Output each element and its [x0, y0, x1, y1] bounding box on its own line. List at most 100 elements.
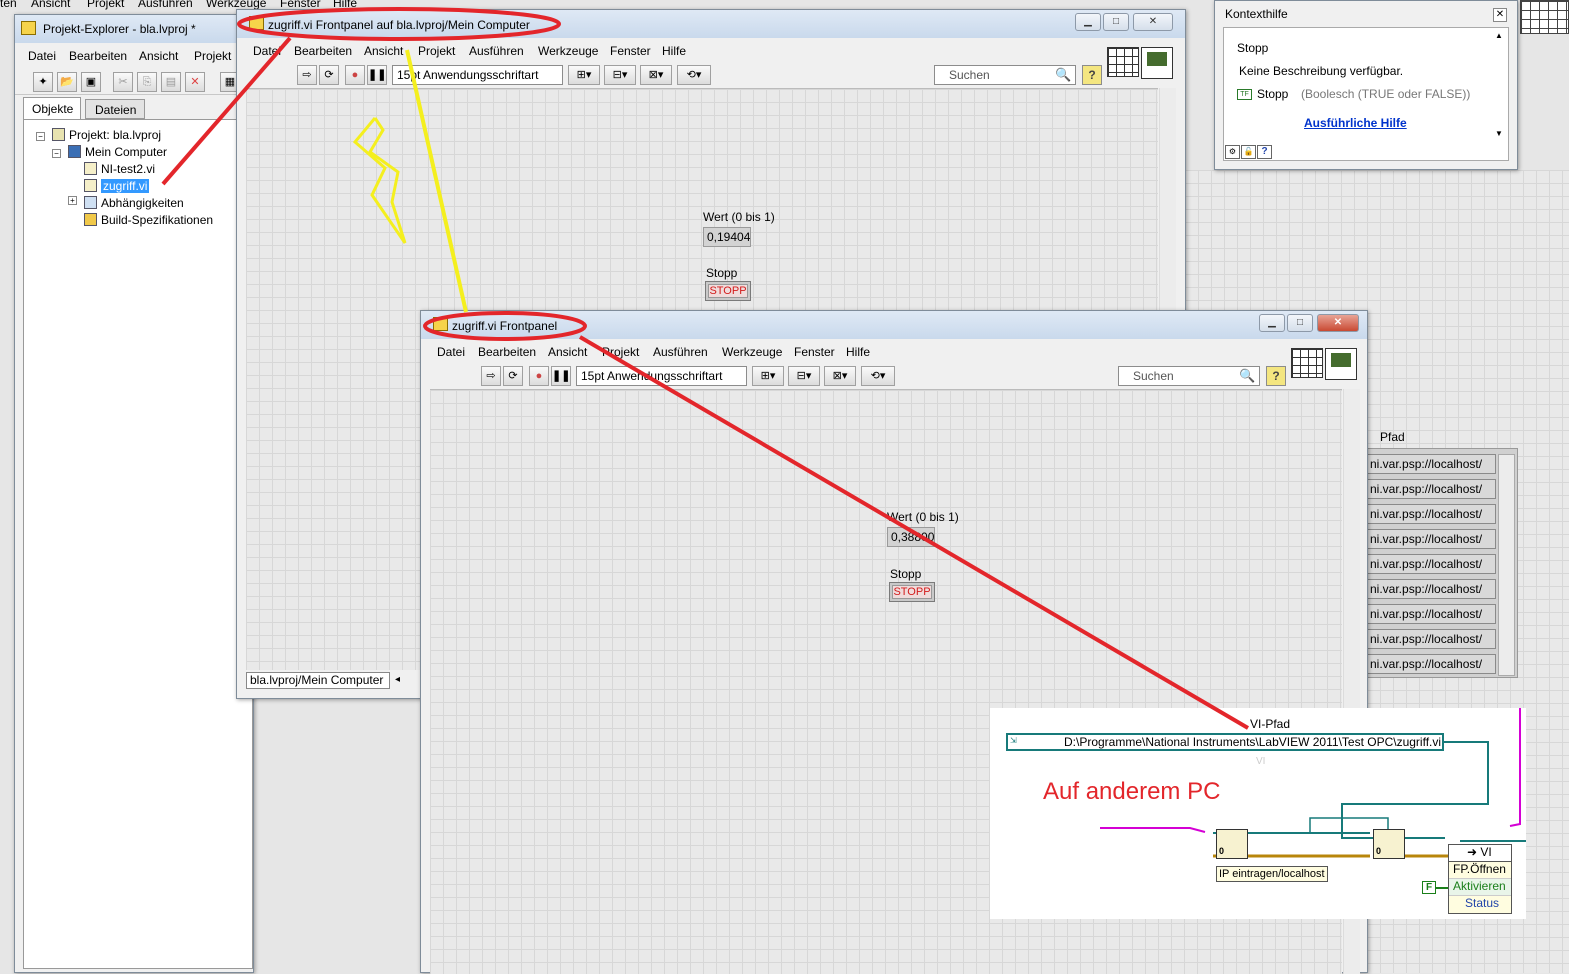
context-help-icon[interactable]: ? [1082, 65, 1102, 85]
distribute-icon[interactable]: ⊟▾ [788, 366, 820, 386]
tree-item-mein-computer[interactable]: Mein Computer [68, 145, 167, 159]
abort-icon[interactable]: ● [529, 366, 549, 386]
distribute-icon[interactable]: ⊟▾ [604, 65, 636, 85]
tab-objekte[interactable]: Objekte [23, 97, 81, 119]
lock-icon[interactable]: ⚙ [1225, 145, 1240, 159]
menu-hilfe[interactable]: Hilfe [846, 345, 870, 359]
scroll-left-arrow-icon[interactable]: ◂ [395, 674, 400, 685]
vi-icon[interactable] [1325, 348, 1357, 380]
menu-bearbeiten[interactable]: Bearbeiten [478, 345, 536, 359]
scroll-up-arrow-icon[interactable]: ▲ [1495, 31, 1503, 40]
font-select[interactable]: 15pt Anwendungsschriftart [576, 366, 747, 386]
menu-ansicht[interactable]: Ansicht [364, 44, 403, 58]
tab-dateien[interactable]: Dateien [85, 99, 145, 119]
close-button[interactable]: ✕ [1317, 314, 1359, 332]
property-aktivieren[interactable]: Aktivieren [1449, 879, 1511, 896]
menu-ansicht[interactable]: Ansicht [139, 49, 178, 63]
paste-icon[interactable]: ▤ [161, 72, 181, 92]
delete-icon[interactable]: ✕ [185, 72, 205, 92]
align-icon[interactable]: ⊞▾ [568, 65, 600, 85]
run-continuously-icon[interactable]: ⟳ [503, 366, 523, 386]
tree-expander-icon[interactable]: − [36, 132, 45, 141]
menu-projekt[interactable]: Projekt [602, 345, 639, 359]
menu-bearbeiten[interactable]: Bearbeiten [294, 44, 352, 58]
menu-hilfe[interactable]: Hilfe [662, 44, 686, 58]
minimize-button[interactable]: ▁ [1075, 13, 1101, 31]
pause-icon[interactable]: ❚❚ [551, 366, 571, 386]
menu-fenster[interactable]: Fenster [610, 44, 651, 58]
open-vi-reference-node[interactable]: 0 [1216, 829, 1248, 859]
resize-icon[interactable]: ⊠▾ [640, 65, 672, 85]
tree-expander-icon[interactable]: + [68, 196, 77, 205]
front-stopp-button[interactable]: STOPP [889, 582, 935, 602]
menu-datei[interactable]: Datei [437, 345, 465, 359]
desktop-menu-item[interactable]: Projekt [87, 0, 124, 10]
path-list-item[interactable]: ni.var.psp://localhost/ [1366, 604, 1496, 624]
explorer-titlebar[interactable]: Projekt-Explorer - bla.lvproj * [15, 15, 253, 43]
scroll-down-arrow-icon[interactable]: ▼ [1495, 129, 1503, 138]
back-titlebar[interactable]: zugriff.vi Frontpanel auf bla.lvproj/Mei… [237, 10, 1185, 38]
help-question-icon[interactable]: ? [1257, 145, 1272, 159]
align-icon[interactable]: ⊞▾ [752, 366, 784, 386]
tree-expander-icon[interactable]: − [52, 149, 61, 158]
tree-item-ni-test2[interactable]: NI-test2.vi [84, 162, 155, 176]
cut-icon[interactable]: ✂ [113, 72, 133, 92]
close-icon[interactable]: ✕ [1493, 8, 1507, 22]
menu-fenster[interactable]: Fenster [794, 345, 835, 359]
path-list-item[interactable]: ni.var.psp://localhost/ [1366, 554, 1496, 574]
path-list-item[interactable]: ni.var.psp://localhost/ [1366, 479, 1496, 499]
menu-werkzeuge[interactable]: Werkzeuge [538, 44, 598, 58]
run-arrow-icon[interactable]: ⇨ [481, 366, 501, 386]
desktop-menu-item[interactable]: Ausführen [138, 0, 193, 10]
tree-item-abhaengigkeiten[interactable]: Abhängigkeiten [84, 196, 184, 210]
path-list-item[interactable]: ni.var.psp://localhost/ [1366, 504, 1496, 524]
path-list-scrollbar[interactable] [1498, 454, 1515, 676]
path-list-item[interactable]: ni.var.psp://localhost/ [1366, 529, 1496, 549]
copy-icon[interactable]: ⎘ [137, 72, 157, 92]
help-detailed-link[interactable]: Ausführliche Hilfe [1304, 116, 1407, 130]
padlock-icon[interactable]: 🔓 [1241, 145, 1256, 159]
open-folder-icon[interactable]: 📂 [57, 72, 77, 92]
tree-item-project[interactable]: Projekt: bla.lvproj [52, 128, 161, 142]
run-arrow-icon[interactable]: ⇨ [297, 65, 317, 85]
property-node[interactable]: ➜ VI FP.Öffnen Aktivieren Status [1448, 844, 1512, 914]
path-list-item[interactable]: ni.var.psp://localhost/ [1366, 454, 1496, 474]
reorder-icon[interactable]: ⟲▾ [677, 65, 711, 85]
maximize-button[interactable]: □ [1287, 314, 1313, 332]
menu-ansicht[interactable]: Ansicht [548, 345, 587, 359]
menu-werkzeuge[interactable]: Werkzeuge [722, 345, 782, 359]
desktop-menu-item[interactable]: ten [0, 0, 17, 10]
new-file-icon[interactable]: ✦ [33, 72, 53, 92]
maximize-button[interactable]: □ [1103, 13, 1129, 31]
vi-server-node[interactable]: 0 [1373, 829, 1405, 859]
property-fp-oeffnen[interactable]: FP.Öffnen [1449, 862, 1511, 879]
back-stopp-button[interactable]: STOPP [705, 281, 751, 301]
menu-bearbeiten[interactable]: Bearbeiten [69, 49, 127, 63]
menu-ausfuehren[interactable]: Ausführen [653, 345, 708, 359]
resize-icon[interactable]: ⊠▾ [824, 366, 856, 386]
font-select[interactable]: 15pt Anwendungsschriftart [392, 65, 563, 85]
close-button[interactable]: ✕ [1133, 13, 1173, 31]
menu-datei[interactable]: Datei [253, 44, 281, 58]
save-all-icon[interactable]: ▣ [81, 72, 101, 92]
pause-icon[interactable]: ❚❚ [367, 65, 387, 85]
run-continuously-icon[interactable]: ⟳ [319, 65, 339, 85]
vi-icon[interactable] [1141, 47, 1173, 79]
tree-item-build[interactable]: Build-Spezifikationen [84, 213, 213, 227]
menu-projekt[interactable]: Projekt [418, 44, 455, 58]
abort-icon[interactable]: ● [345, 65, 365, 85]
connector-pane-icon[interactable] [1291, 348, 1323, 378]
front-titlebar[interactable]: zugriff.vi Frontpanel ▁ □ ✕ [421, 311, 1367, 339]
reorder-icon[interactable]: ⟲▾ [861, 366, 895, 386]
tree-item-zugriff[interactable]: zugriff.vi [84, 179, 150, 193]
menu-ausfuehren[interactable]: Ausführen [469, 44, 524, 58]
property-status[interactable]: Status [1449, 896, 1511, 913]
path-list-item[interactable]: ni.var.psp://localhost/ [1366, 654, 1496, 674]
path-list-item[interactable]: ni.var.psp://localhost/ [1366, 579, 1496, 599]
path-list-item[interactable]: ni.var.psp://localhost/ [1366, 629, 1496, 649]
context-help-icon[interactable]: ? [1266, 366, 1286, 386]
false-constant[interactable]: F [1422, 881, 1436, 894]
connector-pane-icon[interactable] [1107, 47, 1139, 77]
desktop-menu-item[interactable]: Ansicht [31, 0, 70, 10]
minimize-button[interactable]: ▁ [1259, 314, 1285, 332]
